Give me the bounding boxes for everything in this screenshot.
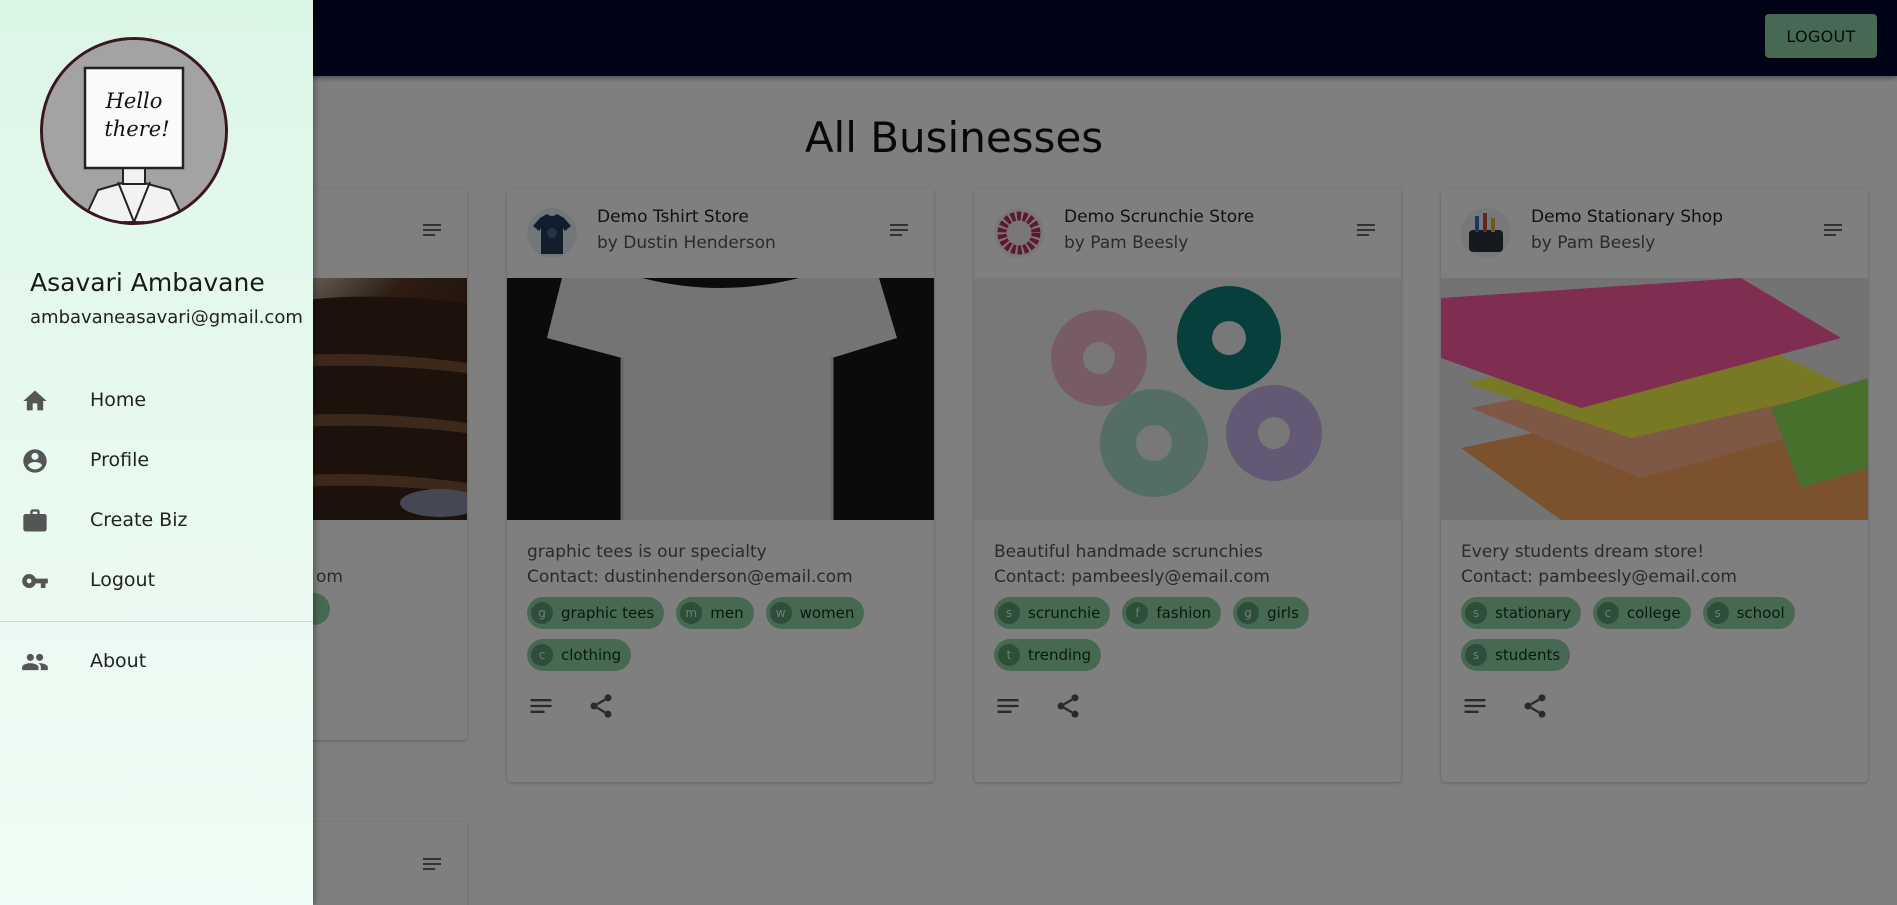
people-icon [22, 653, 48, 671]
profile-drawing: Hello there! [43, 40, 225, 222]
nav-item-logout[interactable]: Logout [0, 552, 313, 608]
account-circle-icon [23, 449, 47, 473]
sign-line-1: Hello [105, 89, 163, 113]
nav-item-label: Profile [90, 449, 150, 471]
nav-item-label: Create Biz [90, 509, 188, 531]
nav-item-label: Home [90, 389, 147, 411]
nav-item-home[interactable]: Home [0, 372, 313, 428]
nav-item-label: About [90, 650, 147, 672]
home-icon [23, 390, 47, 411]
nav-item-create-biz[interactable]: Create Biz [0, 492, 313, 548]
nav-item-profile[interactable]: Profile [0, 432, 313, 488]
nav-item-about[interactable]: About [0, 633, 313, 689]
side-drawer: Hello there! Asavari Ambavane ambavaneas… [0, 0, 313, 905]
nav-item-label: Logout [90, 569, 156, 591]
user-email: ambavaneasavari@gmail.com [30, 307, 303, 328]
user-name: Asavari Ambavane [30, 268, 265, 297]
key-icon [22, 574, 48, 588]
briefcase-icon [23, 509, 47, 532]
profile-avatar: Hello there! [40, 37, 228, 225]
nav-divider [0, 621, 313, 622]
sign-line-2: there! [104, 117, 169, 141]
